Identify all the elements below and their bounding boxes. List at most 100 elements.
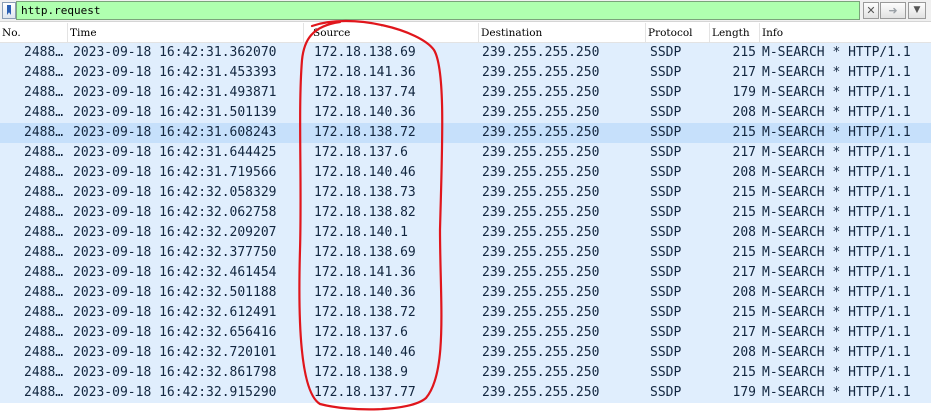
sort-caret-icon: ⌃	[380, 24, 386, 32]
cell-time: 2023-09-18 16:42:32.612491	[73, 305, 277, 320]
cell-source: 172.18.137.74	[314, 85, 416, 100]
cell-protocol: SSDP	[650, 85, 682, 100]
cell-info: M-SEARCH * HTTP/1.1	[762, 125, 911, 140]
cell-protocol: SSDP	[650, 365, 682, 380]
packet-row[interactable]: 2488… 2023-09-18 16:42:31.362070 172.18.13…	[0, 43, 931, 63]
clear-filter-button[interactable]: ✕	[863, 2, 879, 19]
cell-time: 2023-09-18 16:42:32.377750	[73, 245, 277, 260]
cell-length: 217	[732, 65, 756, 80]
cell-destination: 239.255.255.250	[482, 225, 600, 240]
display-filter-input[interactable]	[16, 1, 860, 20]
cell-time: 2023-09-18 16:42:31.608243	[73, 125, 277, 140]
packet-row[interactable]: 2488… 2023-09-18 16:42:32.377750 172.18.13…	[0, 243, 931, 263]
cell-time: 2023-09-18 16:42:32.861798	[73, 365, 277, 380]
packet-row[interactable]: 2488… 2023-09-18 16:42:31.644425 172.18.13…	[0, 143, 931, 163]
cell-length: 217	[732, 265, 756, 280]
cell-length: 208	[732, 225, 756, 240]
apply-filter-button[interactable]: ➜	[880, 2, 906, 19]
cell-source: 172.18.141.36	[314, 65, 416, 80]
cell-time: 2023-09-18 16:42:32.501188	[73, 285, 277, 300]
cell-info: M-SEARCH * HTTP/1.1	[762, 245, 911, 260]
cell-no: 2488…	[24, 65, 64, 80]
cell-no: 2488…	[24, 185, 64, 200]
cell-protocol: SSDP	[650, 65, 682, 80]
cell-length: 208	[732, 165, 756, 180]
packet-row[interactable]: 2488… 2023-09-18 16:42:32.612491 172.18.13…	[0, 303, 931, 323]
cell-destination: 239.255.255.250	[482, 205, 600, 220]
filter-history-dropdown[interactable]: ▼	[908, 2, 926, 19]
packet-row[interactable]: 2488… 2023-09-18 16:42:32.915290 172.18.13…	[0, 383, 931, 403]
packet-row[interactable]: 2488… 2023-09-18 16:42:32.062758 172.18.13…	[0, 203, 931, 223]
packet-row[interactable]: 2488… 2023-09-18 16:42:32.720101 172.18.14…	[0, 343, 931, 363]
column-header-length[interactable]: Length	[710, 23, 760, 43]
cell-source: 172.18.141.36	[314, 265, 416, 280]
packet-row[interactable]: 2488… 2023-09-18 16:42:32.656416 172.18.13…	[0, 323, 931, 343]
column-header-destination[interactable]: Destination	[479, 23, 646, 43]
cell-source: 172.18.138.9	[314, 365, 408, 380]
cell-no: 2488…	[24, 205, 64, 220]
cell-no: 2488…	[24, 385, 64, 400]
cell-source: 172.18.138.69	[314, 245, 416, 260]
cell-source: 172.18.140.46	[314, 345, 416, 360]
cell-info: M-SEARCH * HTTP/1.1	[762, 285, 911, 300]
cell-length: 215	[732, 185, 756, 200]
cell-length: 215	[732, 305, 756, 320]
cell-length: 208	[732, 285, 756, 300]
column-header-time[interactable]: Time	[68, 23, 304, 43]
cell-info: M-SEARCH * HTTP/1.1	[762, 305, 911, 320]
cell-no: 2488…	[24, 145, 64, 160]
cell-protocol: SSDP	[650, 125, 682, 140]
packet-row[interactable]: 2488… 2023-09-18 16:42:31.493871 172.18.13…	[0, 83, 931, 103]
packet-row[interactable]: 2488… 2023-09-18 16:42:32.058329 172.18.13…	[0, 183, 931, 203]
cell-time: 2023-09-18 16:42:31.493871	[73, 85, 277, 100]
cell-source: 172.18.138.73	[314, 185, 416, 200]
packet-row[interactable]: 2488… 2023-09-18 16:42:32.861798 172.18.13…	[0, 363, 931, 383]
packet-row[interactable]: 2488… 2023-09-18 16:42:32.501188 172.18.14…	[0, 283, 931, 303]
column-header-source[interactable]: Source	[311, 23, 479, 43]
cell-info: M-SEARCH * HTTP/1.1	[762, 265, 911, 280]
cell-destination: 239.255.255.250	[482, 385, 600, 400]
packet-row[interactable]: 2488… 2023-09-18 16:42:31.719566 172.18.14…	[0, 163, 931, 183]
column-header-info[interactable]: Info	[760, 23, 931, 43]
packet-row[interactable]: 2488… 2023-09-18 16:42:31.453393 172.18.14…	[0, 63, 931, 83]
bookmark-icon[interactable]	[2, 2, 16, 19]
packet-row[interactable]: 2488… 2023-09-18 16:42:32.209207 172.18.14…	[0, 223, 931, 243]
cell-destination: 239.255.255.250	[482, 325, 600, 340]
cell-no: 2488…	[24, 285, 64, 300]
packet-row[interactable]: 2488… 2023-09-18 16:42:32.461454 172.18.14…	[0, 263, 931, 283]
cell-source: 172.18.137.77	[314, 385, 416, 400]
cell-destination: 239.255.255.250	[482, 305, 600, 320]
cell-no: 2488…	[24, 325, 64, 340]
cell-info: M-SEARCH * HTTP/1.1	[762, 65, 911, 80]
cell-info: M-SEARCH * HTTP/1.1	[762, 105, 911, 120]
cell-no: 2488…	[24, 245, 64, 260]
packet-row[interactable]: 2488… 2023-09-18 16:42:31.608243 172.18.13…	[0, 123, 931, 143]
packet-row[interactable]: 2488… 2023-09-18 16:42:31.501139 172.18.14…	[0, 103, 931, 123]
cell-time: 2023-09-18 16:42:32.461454	[73, 265, 277, 280]
cell-length: 215	[732, 45, 756, 60]
cell-protocol: SSDP	[650, 345, 682, 360]
cell-info: M-SEARCH * HTTP/1.1	[762, 365, 911, 380]
cell-protocol: SSDP	[650, 225, 682, 240]
cell-destination: 239.255.255.250	[482, 185, 600, 200]
cell-time: 2023-09-18 16:42:32.915290	[73, 385, 277, 400]
cell-source: 172.18.138.82	[314, 205, 416, 220]
cell-destination: 239.255.255.250	[482, 105, 600, 120]
cell-protocol: SSDP	[650, 325, 682, 340]
cell-protocol: SSDP	[650, 205, 682, 220]
cell-source: 172.18.138.72	[314, 125, 416, 140]
cell-time: 2023-09-18 16:42:31.719566	[73, 165, 277, 180]
packet-list-header: No. Time Source ⌃ Destination Protocol L…	[0, 23, 931, 43]
cell-info: M-SEARCH * HTTP/1.1	[762, 85, 911, 100]
display-filter-toolbar: ✕ ➜ ▼	[0, 0, 931, 22]
cell-length: 179	[732, 85, 756, 100]
cell-time: 2023-09-18 16:42:32.656416	[73, 325, 277, 340]
column-header-no[interactable]: No.	[0, 23, 68, 43]
cell-protocol: SSDP	[650, 245, 682, 260]
cell-destination: 239.255.255.250	[482, 145, 600, 160]
cell-no: 2488…	[24, 305, 64, 320]
column-header-protocol[interactable]: Protocol	[646, 23, 710, 43]
cell-length: 217	[732, 145, 756, 160]
cell-no: 2488…	[24, 85, 64, 100]
cell-no: 2488…	[24, 125, 64, 140]
